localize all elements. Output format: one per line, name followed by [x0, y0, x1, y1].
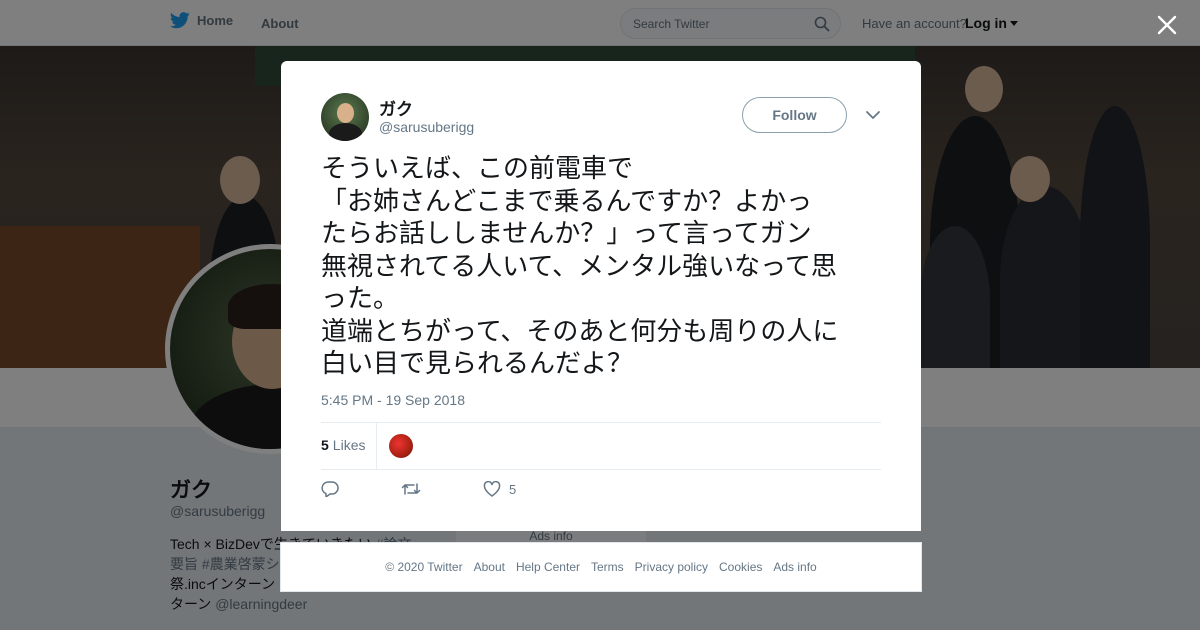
- tweet-stats: 5 Likes: [321, 422, 881, 470]
- like-count: 5: [509, 481, 517, 497]
- footer-link-help-center[interactable]: Help Center: [516, 560, 580, 574]
- footer-link-ads-info[interactable]: Ads info: [773, 560, 816, 574]
- footer-copyright: © 2020 Twitter: [385, 560, 463, 574]
- tweet-modal: ガク @sarusuberigg Follow そういえば、この前電車で 「お姉…: [281, 61, 921, 531]
- heart-icon: [483, 481, 501, 497]
- tweet-timestamp[interactable]: 5:45 PM - 19 Sep 2018: [321, 392, 465, 408]
- likes-label: Likes: [332, 437, 366, 453]
- likes-stat[interactable]: 5 Likes: [321, 437, 365, 453]
- avatar-body: [329, 123, 362, 141]
- avatar-head: [337, 103, 354, 123]
- tweet-author-avatar[interactable]: [321, 93, 369, 141]
- modal-footer: © 2020 Twitter About Help Center Terms P…: [280, 542, 922, 592]
- retweet-button[interactable]: [401, 481, 421, 497]
- chevron-down-icon[interactable]: [865, 109, 881, 121]
- follow-button[interactable]: Follow: [742, 97, 847, 133]
- reply-button[interactable]: [321, 481, 339, 497]
- footer-link-cookies[interactable]: Cookies: [719, 560, 762, 574]
- tweet-author-name[interactable]: ガク: [379, 95, 413, 120]
- liker-avatar[interactable]: [389, 434, 413, 458]
- footer-link-about[interactable]: About: [474, 560, 505, 574]
- tweet-actions: 5: [321, 481, 621, 503]
- footer-link-terms[interactable]: Terms: [591, 560, 624, 574]
- stats-divider: [376, 423, 377, 469]
- tweet-text: そういえば、この前電車で 「お姉さんどこまで乗るんですか？よかっ たらお話ししま…: [321, 154, 839, 379]
- close-icon[interactable]: [1155, 13, 1179, 37]
- tweet-author-handle[interactable]: @sarusuberigg: [379, 119, 474, 135]
- likes-count: 5: [321, 437, 329, 453]
- like-button[interactable]: 5: [483, 481, 516, 497]
- retweet-icon: [401, 483, 421, 495]
- footer-link-privacy[interactable]: Privacy policy: [635, 560, 708, 574]
- reply-icon: [321, 481, 339, 497]
